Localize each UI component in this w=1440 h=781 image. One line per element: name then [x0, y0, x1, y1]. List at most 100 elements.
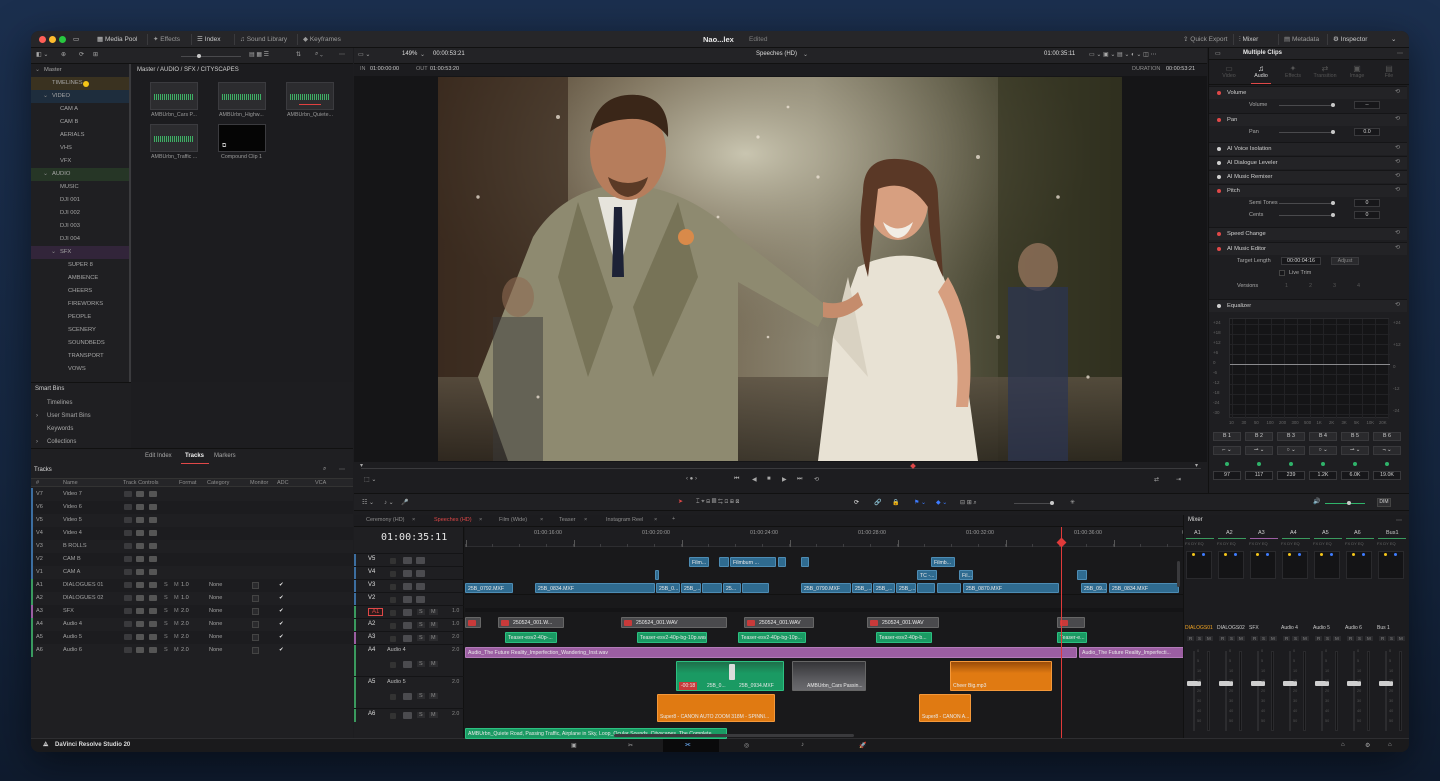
toggle-dot-icon[interactable]	[1217, 147, 1221, 151]
inspector-button[interactable]: ⚙ Inspector	[1333, 31, 1367, 48]
monitor-volume-slider[interactable]	[1347, 501, 1351, 505]
timeline-clip[interactable]: 25B_...	[681, 583, 701, 593]
list-view-icon[interactable]: ▤ ▦ ☰	[249, 51, 269, 58]
safe-area-icon[interactable]: ⬚ ⌄	[364, 476, 376, 483]
bin-item[interactable]: SUPER 8	[31, 259, 129, 272]
lock-icon[interactable]	[390, 558, 396, 564]
close-icon[interactable]: ×	[412, 517, 415, 523]
stop-icon[interactable]: ■	[767, 476, 771, 482]
solo-button[interactable]: S	[164, 631, 168, 644]
deliver-page-icon[interactable]: 🚀	[859, 742, 866, 749]
auto-select-icon[interactable]	[403, 570, 412, 577]
clip-thumbnail[interactable]	[150, 124, 198, 152]
timeline-clip[interactable]: -00:18 25B_0... 25B_0934.MXF	[676, 661, 784, 691]
compound-clip-thumbnail[interactable]: ⧉	[218, 124, 266, 152]
timeline-clip[interactable]: Teaser-esv2-40p-bg-10p.wav	[637, 632, 707, 643]
chevron-down-icon[interactable]: ⌄	[43, 90, 48, 103]
bin-item[interactable]: AMBIENCE	[31, 272, 129, 285]
sort-icon[interactable]: ⇅	[296, 51, 301, 58]
go-to-start-icon[interactable]: ⏮	[734, 476, 739, 483]
auto-select-icon[interactable]	[136, 517, 144, 523]
lock-icon[interactable]	[124, 530, 132, 536]
expand-icon[interactable]: ⌄	[1391, 31, 1396, 48]
bin-item[interactable]: CAM B	[31, 116, 129, 129]
solo-button[interactable]: S	[1196, 636, 1204, 641]
solo-button[interactable]: S	[417, 693, 425, 699]
timeline-clip[interactable]: TC -...	[917, 570, 937, 580]
version-button[interactable]: 3	[1333, 283, 1336, 289]
edit-tools-icon[interactable]: ⌶ ⌖ ⊟ ▤ ⇆ ⊡ ⊞ ⊠	[696, 499, 739, 506]
tab-speeches[interactable]: Speeches (HD)	[434, 517, 472, 523]
eq-band-button[interactable]: B 4	[1309, 432, 1337, 441]
timeline-clip[interactable]	[937, 583, 961, 593]
chevron-down-icon[interactable]: ⌄	[43, 168, 48, 181]
track-header[interactable]: V4	[354, 566, 464, 580]
mute-button[interactable]: M	[429, 609, 438, 615]
timeline-clip[interactable]: Cheer Big.mp3	[950, 661, 1052, 691]
track-id[interactable]: A5	[368, 679, 375, 685]
metadata-button[interactable]: ▤ Metadata	[1284, 31, 1319, 48]
lock-icon[interactable]	[124, 543, 132, 549]
enable-icon[interactable]	[416, 596, 425, 603]
bin-item[interactable]: FIREWORKS	[31, 298, 129, 311]
mute-button[interactable]: M	[429, 712, 438, 718]
auto-select-icon[interactable]	[136, 491, 144, 497]
timeline-clip[interactable]	[719, 557, 729, 567]
more-icon[interactable]: ⋯	[1397, 50, 1403, 57]
lock-icon[interactable]	[390, 597, 396, 603]
lock-icon[interactable]	[390, 623, 396, 629]
chevron-down-icon[interactable]: ⌄	[420, 51, 425, 58]
pan-field[interactable]: 0.0	[1354, 128, 1380, 136]
solo-button[interactable]: S	[164, 605, 168, 618]
enable-icon[interactable]	[149, 530, 157, 536]
search-icon[interactable]: ⌕ ⌄	[315, 51, 323, 58]
track-id[interactable]: V5	[368, 556, 375, 562]
tab-markers[interactable]: Markers	[214, 453, 236, 459]
monitor-checkbox[interactable]	[252, 582, 259, 589]
bin-item[interactable]: DJI 004	[31, 233, 129, 246]
version-button[interactable]: 1	[1285, 283, 1288, 289]
lock-icon[interactable]	[124, 556, 132, 562]
eq-graph[interactable]	[1229, 318, 1390, 419]
scrubber-start-icon[interactable]: ▾	[360, 462, 363, 469]
mute-button[interactable]: M	[429, 661, 438, 667]
solo-button[interactable]: S	[417, 635, 425, 641]
table-row[interactable]: A1 DIALOGUES 01 S M 1.0 None ✔	[31, 579, 353, 592]
volume-field[interactable]: --	[1354, 101, 1380, 109]
record-arm-button[interactable]: R	[1251, 636, 1259, 641]
bin-item[interactable]: SOUNDBEDS	[31, 337, 129, 350]
go-to-end-icon[interactable]: ⏭	[797, 476, 802, 483]
lock-icon[interactable]	[124, 504, 132, 510]
mute-button[interactable]: M	[1269, 636, 1277, 641]
timeline-clip[interactable]: 25B_...	[873, 583, 895, 593]
table-row[interactable]: V2 CAM B	[31, 553, 353, 566]
timeline-clip[interactable]: 25...	[723, 583, 741, 593]
monitor-checkbox[interactable]	[252, 608, 259, 615]
auto-select-icon[interactable]	[136, 543, 144, 549]
solo-button[interactable]: S	[417, 712, 425, 718]
bin-item[interactable]: MUSIC	[31, 181, 129, 194]
table-row[interactable]: V7 Video 7	[31, 488, 353, 501]
tab-tracks[interactable]: Tracks	[185, 453, 204, 459]
auto-select-icon[interactable]	[403, 583, 412, 590]
bin-item[interactable]: ⌄ Master	[31, 64, 129, 77]
toggle-dot-icon[interactable]	[1217, 118, 1221, 122]
lock-icon[interactable]	[390, 713, 396, 719]
timeline-clip[interactable]: Fil...	[959, 570, 973, 580]
effects-button[interactable]: ✦ Effects	[153, 31, 180, 48]
cents-slider[interactable]	[1331, 213, 1335, 217]
solo-button[interactable]: S	[164, 592, 168, 605]
viewer-layout-icon[interactable]: ▭ ⌄	[358, 51, 370, 58]
scrubber-end-icon[interactable]: ▾	[1195, 462, 1198, 469]
enable-icon[interactable]	[149, 608, 157, 614]
auto-select-icon[interactable]	[403, 557, 412, 564]
mixer-fx-buttons[interactable]: FX DY EQ	[1345, 541, 1364, 546]
pitch-section[interactable]: Pitch ⟲	[1209, 184, 1407, 197]
cut-page-icon[interactable]: ✂	[628, 742, 633, 749]
eq-band-frequency[interactable]: 19.0K	[1373, 471, 1401, 480]
eq-band-button[interactable]: B 2	[1245, 432, 1273, 441]
timeline-clip[interactable]: 25B_0834.MXF	[535, 583, 655, 593]
mute-button[interactable]: M	[174, 592, 179, 605]
solo-button[interactable]: S	[1388, 636, 1396, 641]
eq-band-frequency[interactable]: 6.0K	[1341, 471, 1369, 480]
